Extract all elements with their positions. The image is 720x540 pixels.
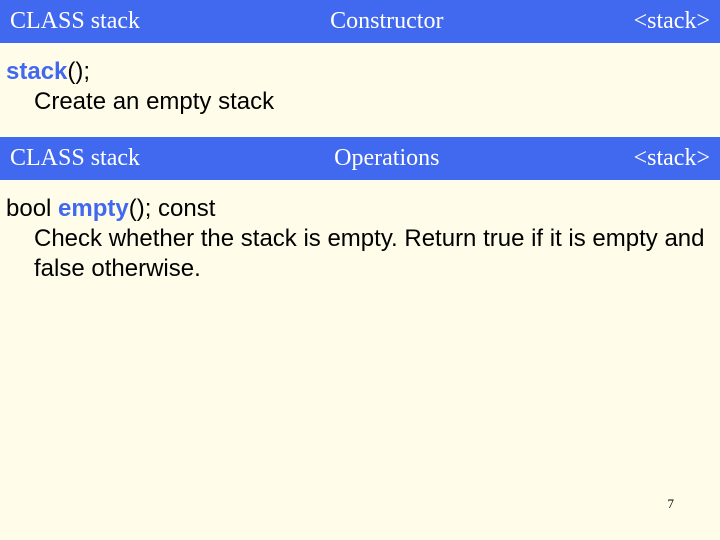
page-number: 7 [668,496,675,512]
header-left-label: CLASS stack [10,8,140,35]
constructor-signature: stack(); [6,57,714,87]
header2-right-label: <stack> [634,145,710,172]
constructor-name: stack [6,58,67,85]
header-constructor: CLASS stack Constructor <stack> [0,0,720,43]
empty-name: empty [58,195,129,222]
empty-sig-suffix: (); const [129,195,216,222]
constructor-sig-suffix: (); [67,58,90,85]
empty-description: Check whether the stack is empty. Return… [6,224,714,284]
empty-sig-prefix: bool [6,195,58,222]
empty-signature: bool empty(); const [6,194,714,224]
header-operations: CLASS stack Operations <stack> [0,137,720,180]
constructor-description: Create an empty stack [6,87,714,117]
header-right-label: <stack> [634,8,710,35]
operation-empty-block: bool empty(); const Check whether the st… [0,180,720,304]
header2-center-label: Operations [140,145,634,172]
header2-left-label: CLASS stack [10,145,140,172]
constructor-block: stack(); Create an empty stack [0,43,720,137]
header-center-label: Constructor [140,8,634,35]
